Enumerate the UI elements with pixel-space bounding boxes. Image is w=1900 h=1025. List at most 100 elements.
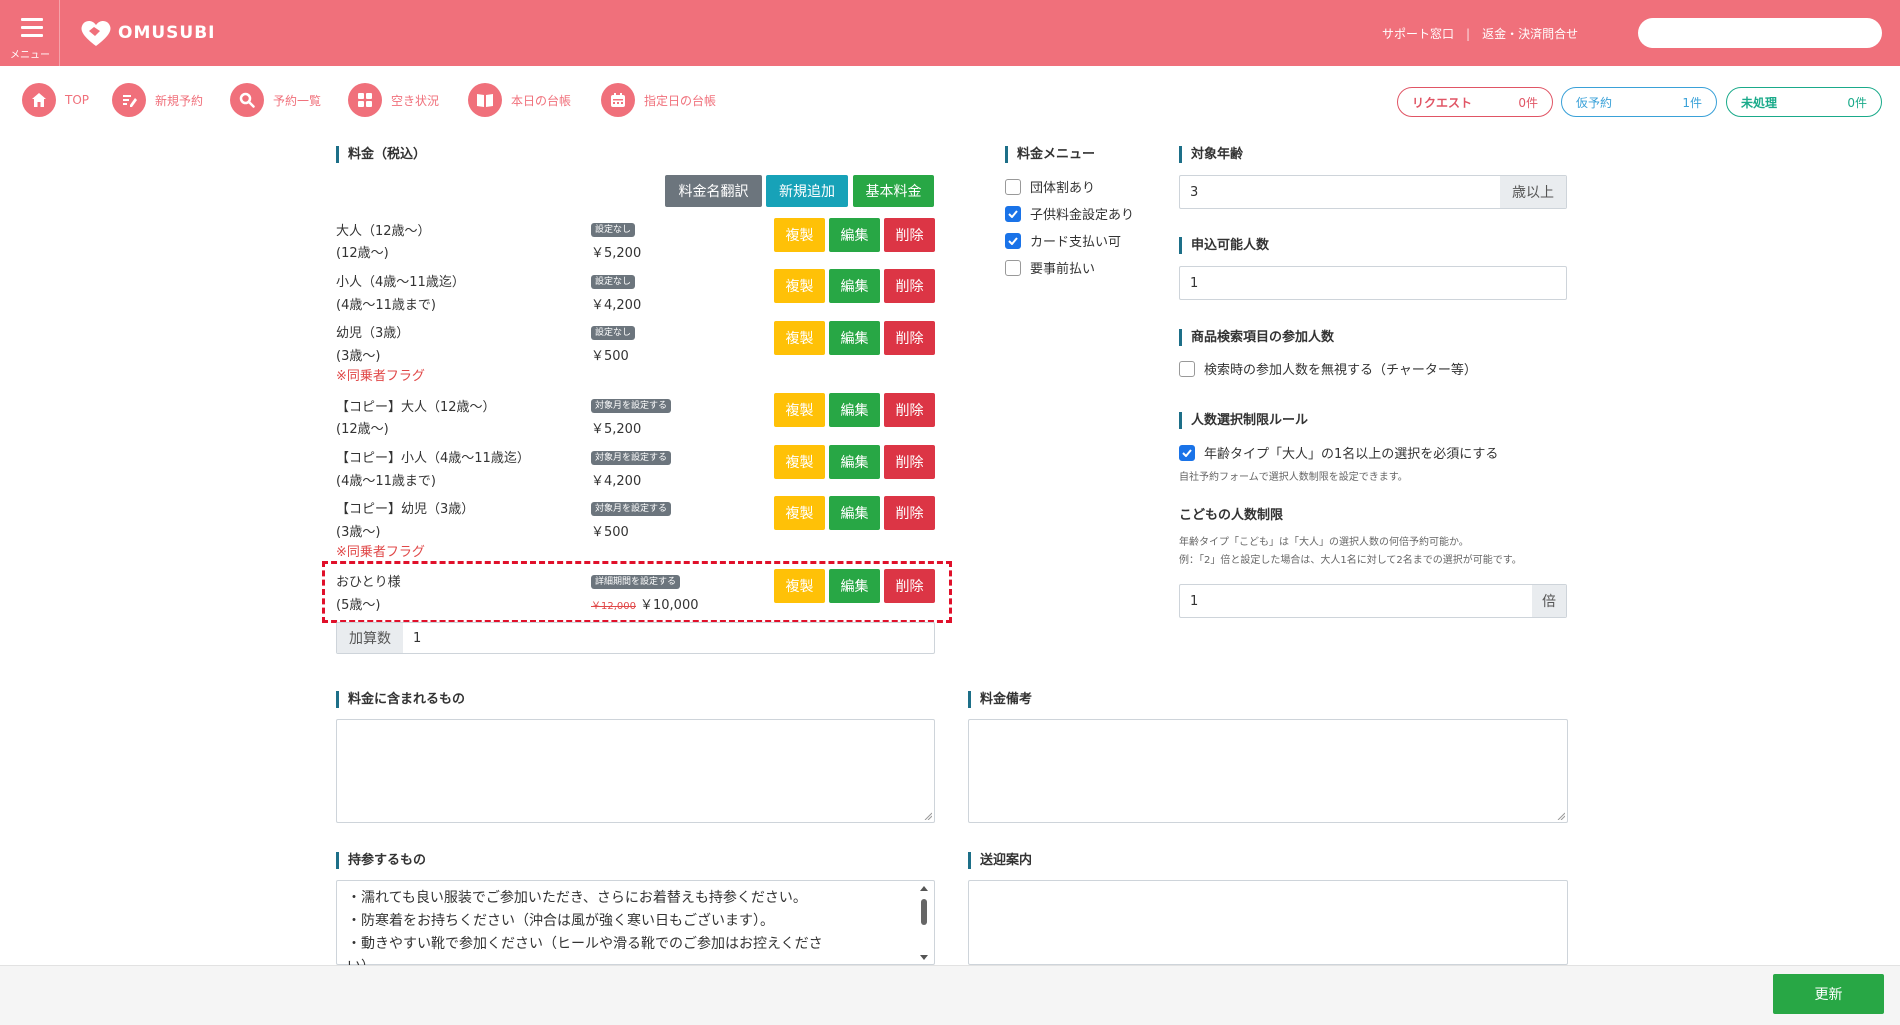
checkbox-label: 子供料金設定あり <box>1030 208 1135 223</box>
applicants-title: 申込可能人数 <box>1179 237 1269 254</box>
nav-label-availability: 空き状況 <box>391 93 440 108</box>
edit-button[interactable]: 編集 <box>829 269 880 303</box>
status-request-badge[interactable]: リクエスト 0件 <box>1397 87 1553 117</box>
delete-button[interactable]: 削除 <box>884 496 935 530</box>
bring-line: ・防寒着をお持ちください（沖合は風が強く寒い日もございます）。 <box>347 913 774 929</box>
status-request-label: リクエスト <box>1412 95 1473 110</box>
translate-price-name-button[interactable]: 料金名翻訳 <box>665 175 762 207</box>
price-row-name: 【コピー】小人（4歳〜11歳迄） <box>336 451 530 466</box>
copy-button[interactable]: 複製 <box>774 269 825 303</box>
target-age-input[interactable]: 3 歳以上 <box>1179 175 1567 209</box>
selection-rule-title: 人数選択制限ルール <box>1179 412 1308 429</box>
menu-button[interactable]: メニュー <box>0 0 60 66</box>
copy-button[interactable]: 複製 <box>774 496 825 530</box>
checkbox-icon <box>1179 360 1195 377</box>
addition-count-field[interactable]: 加算数 1 <box>336 622 935 654</box>
card-payment-checkbox[interactable]: カード支払い可 <box>1005 231 1121 250</box>
price-row-age: (3歳〜) <box>336 525 381 540</box>
price-row-age: (12歳〜) <box>336 422 389 437</box>
copy-button[interactable]: 複製 <box>774 569 825 603</box>
refund-link[interactable]: 返金・決済問合せ <box>1482 25 1578 42</box>
status-provisional-badge[interactable]: 仮予約 1件 <box>1561 87 1717 117</box>
applicants-input[interactable]: 1 <box>1179 266 1567 300</box>
bring-text-area: ・濡れても良い服装でご参加いただき、さらにお着替えも持参ください。 ・防寒着をお… <box>337 881 915 965</box>
price-row-name: 【コピー】幼児（3歳） <box>336 502 475 517</box>
price-row-age: (4歳〜11歳まで) <box>336 474 436 489</box>
copy-button[interactable]: 複製 <box>774 321 825 355</box>
bring-title: 持参するもの <box>336 852 426 869</box>
nav-item-reservation-list[interactable]: 予約一覧 <box>230 83 321 117</box>
included-textarea[interactable] <box>336 719 935 823</box>
delete-button[interactable]: 削除 <box>884 269 935 303</box>
copy-button[interactable]: 複製 <box>774 218 825 252</box>
bring-line: ・濡れても良い服装でご参加いただき、さらにお着替えも持参ください。 <box>347 890 807 906</box>
included-title: 料金に含まれるもの <box>336 691 465 708</box>
delete-button[interactable]: 削除 <box>884 569 935 603</box>
addition-count-label: 加算数 <box>337 623 403 653</box>
header-links: サポート窓口 | 返金・決済問合せ <box>1382 25 1578 42</box>
nav-item-new-reservation[interactable]: 新規予約 <box>112 83 203 117</box>
delete-button[interactable]: 削除 <box>884 321 935 355</box>
nav-item-top[interactable]: TOP <box>22 83 89 117</box>
require-adult-checkbox[interactable]: 年齢タイプ「大人」の1名以上の選択を必須にする <box>1179 443 1498 462</box>
edit-button[interactable]: 編集 <box>829 569 880 603</box>
update-button[interactable]: 更新 <box>1773 974 1884 1014</box>
transfer-textarea[interactable] <box>968 880 1568 965</box>
child-limit-value: 1 <box>1190 593 1199 609</box>
nav-item-today-ledger[interactable]: 本日の台帳 <box>468 83 571 117</box>
companion-flag: ※同乗者フラグ <box>336 369 425 384</box>
bring-line: ・動きやすい靴で参加ください（ヒールや滑る靴でのご参加はお控えくださ <box>347 936 823 952</box>
notes-textarea[interactable] <box>968 719 1568 823</box>
status-provisional-count: 1件 <box>1682 95 1702 110</box>
child-limit-title: こどもの人数制限 <box>1179 508 1284 523</box>
base-price-button[interactable]: 基本料金 <box>853 175 934 207</box>
nav-item-date-ledger[interactable]: 指定日の台帳 <box>601 83 716 117</box>
price-row-price: ￥12,000 ￥10,000 <box>591 598 699 613</box>
price-row-name: 大人（12歳〜） <box>336 224 431 239</box>
support-link[interactable]: サポート窓口 <box>1382 25 1454 42</box>
delete-button[interactable]: 削除 <box>884 218 935 252</box>
nav-bar: TOP 新規予約 予約一覧 空き状況 本日の台帳 指定日の台帳 リクエスト 0件 <box>0 66 1900 132</box>
child-price-checkbox[interactable]: 子供料金設定あり <box>1005 204 1134 223</box>
logo[interactable]: OMUSUBI <box>80 18 216 48</box>
checkbox-label: カード支払い可 <box>1030 235 1122 250</box>
price-row-price: ￥5,200 <box>591 422 642 437</box>
edit-button[interactable]: 編集 <box>829 321 880 355</box>
notes-title: 料金備考 <box>968 691 1032 708</box>
checkmark-icon <box>1005 232 1021 249</box>
edit-icon <box>112 83 146 117</box>
delete-button[interactable]: 削除 <box>884 445 935 479</box>
resize-handle-icon <box>924 812 932 820</box>
bring-scrollbar[interactable] <box>916 882 932 963</box>
copy-button[interactable]: 複製 <box>774 393 825 427</box>
child-limit-input[interactable]: 1 倍 <box>1179 584 1567 618</box>
ignore-participants-checkbox[interactable]: 検索時の参加人数を無視する（チャーター等） <box>1179 359 1477 378</box>
price-row-badge: 対象月を設定する <box>591 451 672 465</box>
nav-item-availability[interactable]: 空き状況 <box>348 83 439 117</box>
edit-button[interactable]: 編集 <box>829 445 880 479</box>
price-row-name: 幼児（3歳） <box>336 326 410 341</box>
header-search-input[interactable] <box>1638 18 1882 48</box>
edit-button[interactable]: 編集 <box>829 393 880 427</box>
resize-handle-icon <box>1557 812 1565 820</box>
status-unprocessed-badge[interactable]: 未処理 0件 <box>1726 87 1882 117</box>
checkbox-label: 検索時の参加人数を無視する（チャーター等） <box>1204 363 1477 378</box>
edit-button[interactable]: 編集 <box>829 218 880 252</box>
companion-flag: ※同乗者フラグ <box>336 545 425 560</box>
status-unprocessed-count: 0件 <box>1847 95 1867 110</box>
logo-text: OMUSUBI <box>118 23 216 43</box>
menu-label: メニュー <box>10 50 50 61</box>
group-discount-checkbox[interactable]: 団体割あり <box>1005 177 1095 196</box>
checkbox-label: 年齢タイプ「大人」の1名以上の選択を必須にする <box>1204 447 1499 462</box>
delete-button[interactable]: 削除 <box>884 393 935 427</box>
price-menu-title: 料金メニュー <box>1005 146 1095 163</box>
footer-bar <box>0 965 1900 1025</box>
search-people-title: 商品検索項目の参加人数 <box>1179 329 1334 346</box>
status-unprocessed-label: 未処理 <box>1741 95 1778 110</box>
add-new-price-button[interactable]: 新規追加 <box>766 175 848 207</box>
prepayment-checkbox[interactable]: 要事前払い <box>1005 258 1095 277</box>
price-row-price: ￥5,200 <box>591 246 642 261</box>
copy-button[interactable]: 複製 <box>774 445 825 479</box>
edit-button[interactable]: 編集 <box>829 496 880 530</box>
price-row-price: ￥500 <box>591 349 629 364</box>
